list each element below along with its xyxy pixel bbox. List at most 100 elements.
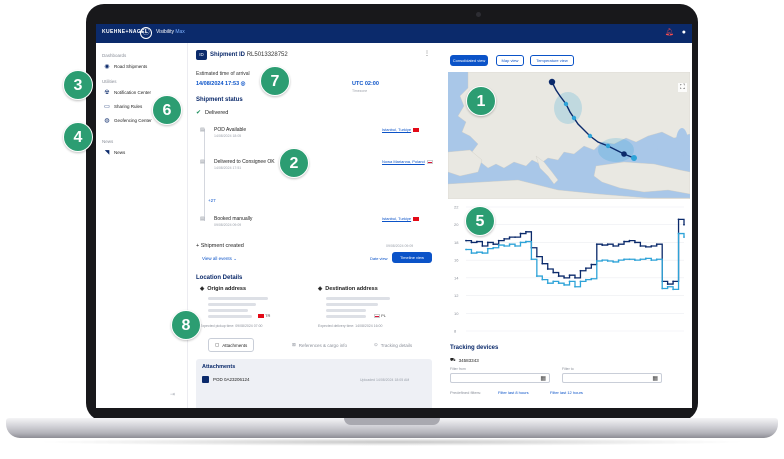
y-tick-label: 22 (454, 205, 459, 210)
plus-icon: + (196, 243, 200, 249)
filter-to-input[interactable]: ▦ (562, 373, 662, 383)
sharing-icon: ▭ (104, 104, 110, 110)
data-point (634, 259, 636, 262)
data-point (590, 277, 593, 280)
document-icon: ▤ (200, 127, 205, 133)
app-screen: KUEHNE+NAGEL ⓘ Visibility Max 🔔︎ ● Dashb… (96, 24, 692, 408)
app-name[interactable]: Visibility Max (156, 29, 185, 35)
y-tick-label: 20 (454, 222, 459, 227)
sidebar-item-label: Geofencing Center (114, 118, 152, 123)
map-marker (587, 133, 593, 139)
data-point (535, 275, 538, 277)
sidebar-item-label: News (114, 150, 126, 155)
callout-badge: 8 (171, 310, 201, 340)
document-icon: ▤ (200, 216, 205, 222)
data-point (606, 260, 609, 262)
series-line-1 (466, 218, 685, 285)
view-all-events-link[interactable]: View all events ⌄ (202, 256, 237, 262)
attachments-title: Attachments (202, 364, 236, 370)
data-point (585, 278, 587, 281)
data-point (563, 284, 565, 286)
flag-turkey-icon (413, 127, 420, 132)
calendar-icon[interactable]: ▦ (652, 375, 658, 382)
top-bar: KUEHNE+NAGEL ⓘ Visibility Max 🔔︎ ● (96, 24, 692, 43)
road-icon: ◉ (104, 64, 110, 70)
data-point (661, 287, 664, 290)
y-tick-label: 14 (454, 275, 459, 280)
event-title: POD Available (214, 127, 247, 133)
filter-last-8-hours[interactable]: Filter last 8 hours (498, 390, 529, 395)
data-point (579, 269, 582, 272)
fullscreen-icon[interactable]: ⛶ (678, 83, 687, 92)
data-point (530, 258, 533, 261)
attachment-file-link[interactable]: POD 0A23206124 (213, 377, 250, 382)
detail-tabs: ▢ Attachments ⊠ References & cargo info ⊙ T… (208, 338, 434, 352)
sidebar-item-news[interactable]: ◥ News (104, 149, 126, 156)
temperature-view-button[interactable]: Temperature view (530, 55, 574, 66)
tab-references[interactable]: ⊠ References & cargo info (292, 338, 347, 352)
event-location-text: Istanbul, Turkiye (382, 127, 412, 132)
data-point (623, 240, 625, 243)
data-point (585, 267, 587, 270)
data-point (476, 251, 478, 254)
bell-icon[interactable]: 🔔︎ (665, 29, 674, 36)
sidebar-item-sharing-rules[interactable]: ▭ Sharing Rules (104, 103, 142, 110)
check-icon: ✔ (196, 110, 202, 116)
tab-tracking-details[interactable]: ⊙ Tracking details (374, 338, 412, 352)
sidebar-item-notification-center[interactable]: ☢ Notification Center (104, 89, 151, 96)
sidebar-item-road-shipments[interactable]: ◉ Road Shipments (104, 63, 147, 70)
shipment-status-title: Shipment status (196, 97, 243, 103)
data-point (655, 258, 658, 261)
filter-from-input[interactable]: ▦ (450, 373, 550, 383)
data-point (590, 263, 593, 266)
eta-value-text: 14/08/2024 17:53 (196, 81, 240, 87)
data-point (601, 244, 604, 246)
data-point (606, 243, 609, 246)
file-icon (202, 376, 209, 383)
tab-attachments[interactable]: ▢ Attachments (208, 338, 255, 352)
destination-address-title: ◈ Destination address (318, 286, 378, 292)
data-point (486, 241, 489, 244)
calendar-icon[interactable]: ▦ (540, 375, 546, 382)
info-icon[interactable]: ◎ (241, 81, 246, 87)
origin-country: TR (256, 313, 270, 318)
data-point (628, 239, 631, 242)
consolidated-view-button[interactable]: Consolidated view (450, 55, 488, 66)
timeline-view-button[interactable]: Timeline view (392, 252, 432, 263)
redacted-address-line (208, 297, 268, 300)
data-point (595, 243, 598, 246)
data-point (514, 245, 516, 247)
shipment-created: + Shipment created (196, 243, 244, 249)
map-view-button[interactable]: Map view (496, 55, 524, 66)
data-point (683, 223, 685, 226)
event-location[interactable]: Istanbul, Turkiye (382, 127, 420, 132)
sidebar-item-geofencing-center[interactable]: ◍ Geofencing Center (104, 117, 152, 124)
data-point (628, 258, 631, 261)
more-options-icon[interactable]: ⋮ (424, 50, 430, 57)
shipment-created-label: Shipment created (200, 243, 244, 249)
laptop-shadow (36, 438, 748, 446)
data-point (497, 244, 500, 246)
data-point (546, 282, 549, 285)
data-point (557, 275, 560, 277)
collapse-sidebar-icon[interactable]: ⇥ (170, 391, 175, 398)
event-location[interactable]: Istanbul, Turkiye (382, 216, 420, 221)
event-time: 14/08/2024 18:05 (214, 134, 242, 138)
data-point (601, 259, 604, 262)
date-view-button[interactable]: Date view (370, 256, 388, 261)
data-point (508, 236, 511, 239)
callout-badge: 2 (279, 148, 309, 178)
destination-country: PL (372, 313, 386, 318)
flag-poland-icon (374, 313, 380, 318)
event-location[interactable]: Nowa Marianna, Poland (382, 159, 433, 164)
event-location-text: Nowa Marianna, Poland (382, 159, 425, 164)
filter-last-12-hours[interactable]: Filter last 12 hours (550, 390, 583, 395)
data-point (568, 280, 571, 283)
data-point (546, 268, 549, 270)
map-pin-icon (621, 151, 627, 157)
user-icon[interactable]: ● (682, 29, 686, 36)
more-events-link[interactable]: +27 (208, 198, 216, 203)
redacted-address-line (208, 309, 248, 312)
view-all-label: View all events (202, 256, 232, 261)
data-point (535, 255, 538, 258)
